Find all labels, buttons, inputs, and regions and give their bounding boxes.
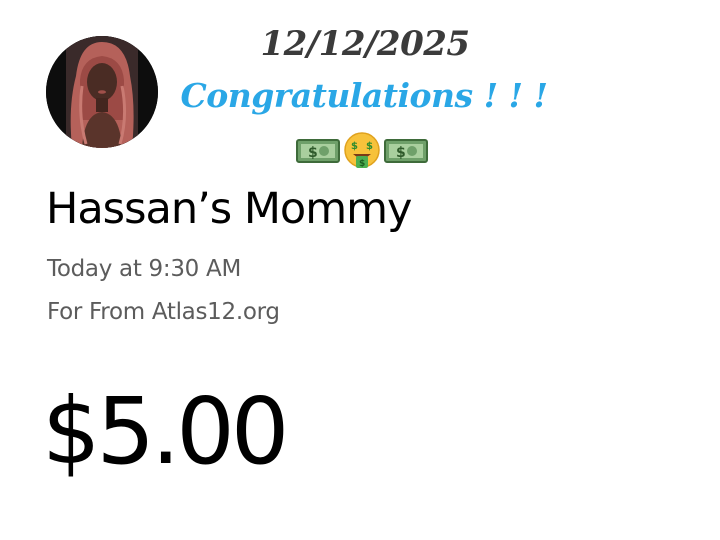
avatar[interactable] — [46, 36, 158, 148]
money-mouth-face-icon: $ $ $ — [344, 132, 380, 169]
transaction-time: Today at 9:30 AM — [47, 256, 241, 282]
transaction-amount: $5.00 — [42, 378, 289, 485]
svg-text:$: $ — [366, 141, 373, 152]
svg-text:$: $ — [308, 145, 318, 161]
money-bill-icon: $ — [296, 139, 340, 163]
sender-name: Hassan’s Mommy — [46, 184, 412, 234]
transaction-note: For From Atlas12.org — [47, 299, 280, 325]
banner-date: 12/12/2025 — [260, 24, 470, 64]
svg-text:$: $ — [359, 159, 365, 169]
banner-congratulations: Congratulations ! ! ! — [180, 76, 548, 115]
svg-text:$: $ — [396, 145, 406, 161]
emoji-row: $ $ $ $ $ — [296, 132, 428, 170]
profile-photo-icon — [46, 36, 158, 148]
money-bill-icon: $ — [384, 139, 428, 163]
svg-text:$: $ — [351, 141, 358, 152]
